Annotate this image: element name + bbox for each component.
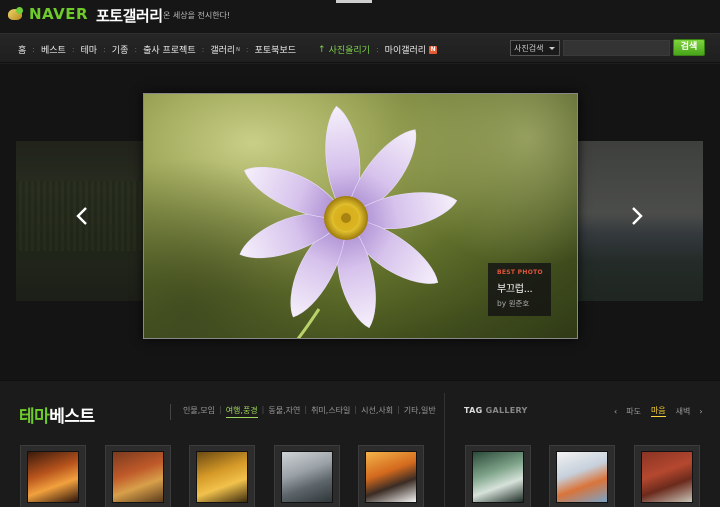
search-button[interactable]: 검색: [673, 39, 705, 56]
new-superscript: N: [236, 46, 240, 53]
theme-tabs: 인물,모임 | 여행,풍경 | 동물,자연 | 취미,스타일 | 시선,사회 |…: [183, 405, 436, 418]
tab-people[interactable]: 인물,모임: [183, 405, 215, 418]
logo-text: NAVER: [29, 5, 89, 23]
nav-separator: :: [32, 45, 35, 54]
naver-logo-icon: [6, 6, 26, 22]
photo-author: by 원준호: [497, 299, 530, 308]
tag-heart[interactable]: 마음: [650, 405, 666, 417]
divider: [170, 404, 171, 420]
thumbnail-image: [365, 451, 417, 503]
next-arrow-icon[interactable]: [630, 206, 644, 226]
upload-arrow-icon: ↑: [318, 44, 326, 55]
tab-hobby-style[interactable]: 취미,스타일: [311, 405, 350, 418]
top-bar: NAVER 포토갤러리 온 세상을 전시한다!: [0, 0, 720, 33]
main-nav-bar: 홈 : 베스트 : 테마 : 기종 : 출사 프로젝트 : 갤러리 N : 포토북…: [0, 33, 720, 63]
top-notch: [336, 0, 372, 3]
nav-separator: :: [103, 45, 106, 54]
previous-arrow-icon[interactable]: [75, 206, 89, 226]
thumbnail[interactable]: [465, 445, 531, 507]
tag-gallery-title: TAG GALLERY: [464, 406, 528, 415]
thumbnail[interactable]: [189, 445, 255, 507]
thumbnail[interactable]: [105, 445, 171, 507]
thumbnail-image: [112, 451, 164, 503]
thumbnail-image: [196, 451, 248, 503]
nav-separator: :: [134, 45, 138, 54]
thumbnail-image: [641, 451, 693, 503]
tag-dawn[interactable]: 새벽: [676, 406, 691, 417]
chevron-left-icon[interactable]: ‹: [614, 407, 617, 416]
thumbnail-image: [281, 451, 333, 503]
upload-photo-link[interactable]: ↑ 사진올리기: [318, 43, 370, 57]
photo-title: 부끄럽...: [497, 284, 533, 295]
tab-society[interactable]: 시선,사회: [361, 405, 393, 418]
thumbnail-image: [556, 451, 608, 503]
naver-logo[interactable]: NAVER: [6, 5, 88, 23]
new-badge-icon: N: [429, 45, 438, 54]
nav-item-best[interactable]: 베스트: [41, 43, 66, 56]
search-scope-select[interactable]: 사진검색: [510, 40, 560, 56]
site-slogan: 온 세상을 전시한다!: [163, 11, 231, 20]
tab-travel-landscape[interactable]: 여행,풍경: [225, 405, 258, 418]
main-nav: 홈 : 베스트 : 테마 : 기종 : 출사 프로젝트 : 갤러리 N : 포토북…: [18, 43, 438, 57]
nav-item-photo-project[interactable]: 출사 프로젝트: [143, 43, 196, 56]
thumbnail[interactable]: [634, 445, 700, 507]
nav-item-gallery[interactable]: 갤러리 N: [210, 43, 240, 56]
featured-photo[interactable]: BEST PHOTO 부끄럽... by 원준호: [143, 93, 578, 339]
nav-separator: :: [201, 45, 205, 54]
best-photo-label: BEST PHOTO: [497, 269, 543, 276]
best-photo-caption[interactable]: BEST PHOTO 부끄럽... by 원준호: [488, 263, 551, 316]
nav-item-home[interactable]: 홈: [18, 43, 26, 56]
thumbnail[interactable]: [274, 445, 340, 507]
nav-item-camera-model[interactable]: 기종: [112, 43, 129, 56]
nav-item-theme[interactable]: 테마: [81, 43, 98, 56]
tab-animals-nature[interactable]: 동물,자연: [268, 405, 300, 418]
nav-separator: :: [71, 45, 75, 54]
thumbnail[interactable]: [549, 445, 615, 507]
thumbnail[interactable]: [20, 445, 86, 507]
bottom-section: 테마베스트 인물,모임 | 여행,풍경 | 동물,자연 | 취미,스타일 | 시…: [0, 380, 720, 507]
chevron-right-icon[interactable]: ›: [699, 407, 702, 416]
nav-item-photobook-board[interactable]: 포토북보드: [255, 43, 296, 56]
site-title[interactable]: 포토갤러리: [96, 5, 163, 26]
theme-best-title: 테마베스트: [19, 407, 95, 427]
tag-nav: ‹ 파도 마음 새벽 ›: [610, 405, 707, 417]
photo-slideshow: BEST PHOTO 부끄럽... by 원준호: [0, 64, 720, 380]
tag-wave[interactable]: 파도: [626, 406, 641, 417]
nav-separator: :: [375, 45, 379, 54]
thumbnail-image: [27, 451, 79, 503]
thumbnail[interactable]: [358, 445, 424, 507]
my-gallery-link[interactable]: 마이갤러리 N: [385, 43, 438, 56]
chevron-down-icon: [549, 47, 555, 50]
thumbnail-image: [472, 451, 524, 503]
thumbnail-row: [0, 445, 720, 507]
nav-separator: :: [245, 45, 249, 54]
tab-etc[interactable]: 기타,일반: [404, 405, 436, 418]
search-input[interactable]: [563, 40, 670, 56]
